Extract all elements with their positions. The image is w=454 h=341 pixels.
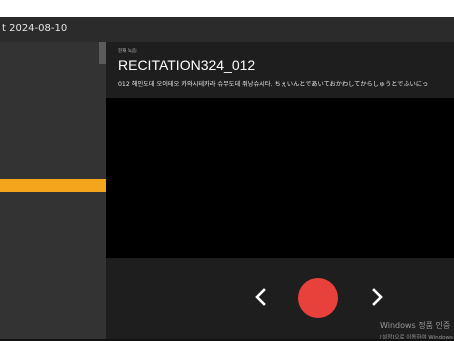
sidebar-scrollbar[interactable]: [99, 42, 106, 64]
main-panel: 현재 녹음: RECITATION324_012 012 헤인도데 오이테오 카…: [106, 42, 454, 341]
caption-label: 현재 녹음:: [118, 49, 138, 54]
sidebar-item-selected[interactable]: [0, 179, 106, 192]
prompt-text: 012 헤인도데 오이테오 카와시테카라 슈무도데 쥐낭슈시타. ちぇいんとであ…: [118, 81, 429, 88]
record-button[interactable]: [298, 278, 338, 318]
watermark-title: Windows 정품 인증: [380, 321, 451, 330]
chevron-right-icon: [372, 288, 383, 306]
title-bar: t 2024-08-10: [0, 17, 454, 42]
chevron-left-icon: [255, 288, 266, 306]
prompt-id: RECITATION324_012: [118, 57, 256, 73]
recording-controls: Windows 정품 인증 [설정]으로 이동하여 Windows: [106, 258, 454, 341]
video-preview: [106, 98, 454, 258]
window-title: t 2024-08-10: [2, 23, 68, 34]
windows-activation-watermark: Windows 정품 인증 [설정]으로 이동하여 Windows: [380, 320, 453, 341]
next-button[interactable]: [368, 286, 388, 308]
sidebar: [0, 42, 106, 341]
previous-button[interactable]: [250, 286, 270, 308]
